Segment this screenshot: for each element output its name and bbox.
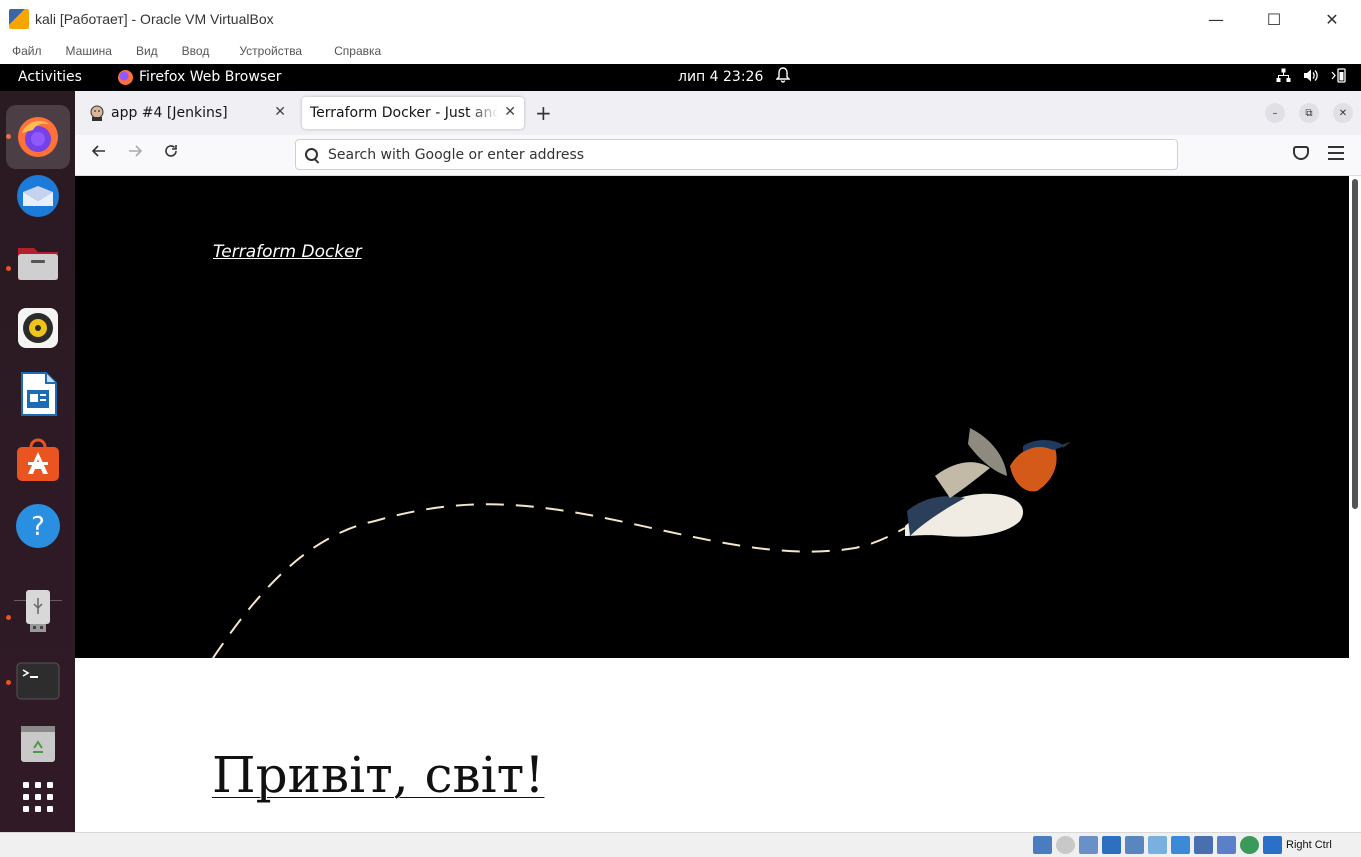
menu-view[interactable]: Вид xyxy=(124,44,170,58)
vbox-menubar: Файл Машина Вид Ввод Устройства Справка xyxy=(0,38,1361,64)
post-title-link[interactable]: Привіт, світ! xyxy=(212,746,544,804)
tab-jenkins[interactable]: app #4 [Jenkins] ✕ xyxy=(79,97,294,129)
clock[interactable]: лип 4 23:26 xyxy=(678,69,763,85)
libreoffice-writer-icon xyxy=(21,372,57,416)
shared-folders-icon[interactable] xyxy=(1148,836,1167,854)
system-status-area[interactable] xyxy=(1276,68,1347,87)
close-tab-icon[interactable]: ✕ xyxy=(274,104,286,120)
firefox-icon xyxy=(118,69,133,85)
dock-rhythmbox[interactable] xyxy=(14,304,62,352)
mouse-integration-icon[interactable] xyxy=(1240,836,1259,854)
dock-trash[interactable] xyxy=(14,718,62,766)
bird-illustration xyxy=(905,428,1071,537)
activities-button[interactable]: Activities xyxy=(18,69,82,85)
restore-window-button[interactable]: ⧉ xyxy=(1299,103,1319,123)
tab-label: Terraform Docker - Just another xyxy=(310,105,498,121)
hero-illustration xyxy=(212,428,1071,658)
network-icon xyxy=(1276,68,1291,87)
jenkins-icon xyxy=(90,105,104,121)
close-tab-icon[interactable]: ✕ xyxy=(504,104,516,120)
page-content: Terraform Docker Привіт, світ! xyxy=(75,176,1349,832)
menu-devices[interactable]: Устройства xyxy=(221,44,314,58)
url-bar[interactable] xyxy=(295,139,1178,170)
optical-drive-icon[interactable] xyxy=(1056,836,1075,854)
dock-show-apps[interactable] xyxy=(14,773,62,821)
scroll-thumb[interactable] xyxy=(1352,179,1358,509)
page-scrollbar[interactable] xyxy=(1349,176,1361,832)
dock-app-center[interactable] xyxy=(14,436,62,484)
running-indicator xyxy=(6,266,11,271)
maximize-button[interactable]: ☐ xyxy=(1245,0,1303,38)
minimize-window-button[interactable]: – xyxy=(1265,103,1285,123)
tab-label: app #4 [Jenkins] xyxy=(111,105,228,121)
dock-terminal[interactable] xyxy=(14,657,62,705)
vbox-statusbar: Right Ctrl xyxy=(0,832,1361,857)
hero-header: Terraform Docker xyxy=(75,176,1349,658)
window-title: kali [Работает] - Oracle VM VirtualBox xyxy=(35,11,274,27)
usb-icon[interactable] xyxy=(1125,836,1144,854)
network-adapter-icon[interactable] xyxy=(1102,836,1121,854)
host-key-label: Right Ctrl xyxy=(1286,839,1332,851)
show-apps-icon xyxy=(23,782,53,812)
pocket-icon[interactable] xyxy=(1293,146,1309,160)
new-tab-button[interactable]: + xyxy=(535,101,552,125)
minimize-button[interactable]: — xyxy=(1187,0,1245,38)
search-icon xyxy=(304,147,320,163)
thunderbird-icon xyxy=(17,175,59,217)
display-icon[interactable] xyxy=(1171,836,1190,854)
dock-help[interactable]: ? xyxy=(14,502,62,550)
virtualbox-icon xyxy=(9,9,29,29)
svg-text:?: ? xyxy=(31,512,45,542)
dock-firefox[interactable] xyxy=(6,105,70,169)
running-indicator xyxy=(6,615,11,620)
usb-drive-icon xyxy=(26,590,50,632)
audio-icon[interactable] xyxy=(1079,836,1098,854)
help-icon: ? xyxy=(16,504,60,548)
tab-bar: app #4 [Jenkins] ✕ Terraform Docker - Ju… xyxy=(75,91,1361,135)
firefox-window: app #4 [Jenkins] ✕ Terraform Docker - Ju… xyxy=(75,91,1361,832)
reload-button[interactable] xyxy=(159,143,183,164)
address-input[interactable] xyxy=(328,146,1148,163)
menu-file[interactable]: Файл xyxy=(0,44,54,58)
close-window-button[interactable]: ✕ xyxy=(1333,103,1353,123)
hamburger-menu-icon[interactable] xyxy=(1328,146,1344,160)
guest-screen: Activities Firefox Web Browser лип 4 23:… xyxy=(0,64,1361,832)
menu-help[interactable]: Справка xyxy=(314,44,393,58)
forward-button[interactable] xyxy=(123,143,147,164)
menu-machine[interactable]: Машина xyxy=(54,44,124,58)
dock: ? xyxy=(0,91,75,832)
nav-bar xyxy=(75,135,1361,176)
reload-icon xyxy=(165,145,177,157)
recording-icon[interactable] xyxy=(1194,836,1213,854)
back-button[interactable] xyxy=(87,143,111,164)
trash-icon xyxy=(21,726,55,762)
hard-disk-icon[interactable] xyxy=(1033,836,1052,854)
close-button[interactable]: ✕ xyxy=(1303,0,1361,38)
app-center-icon xyxy=(17,438,59,481)
tab-terraform-docker[interactable]: Terraform Docker - Just another ✕ xyxy=(302,97,524,129)
volume-icon xyxy=(1303,68,1319,87)
files-icon xyxy=(18,248,58,280)
gnome-topbar: Activities Firefox Web Browser лип 4 23:… xyxy=(0,64,1361,91)
forward-arrow-icon xyxy=(129,145,143,157)
device-indicators xyxy=(1033,836,1282,854)
menu-input[interactable]: Ввод xyxy=(170,44,222,58)
back-arrow-icon xyxy=(91,145,105,157)
firefox-icon xyxy=(18,117,58,157)
running-indicator xyxy=(6,680,11,685)
battery-icon xyxy=(1331,68,1347,87)
rhythmbox-icon xyxy=(18,308,58,348)
app-menu-label: Firefox Web Browser xyxy=(139,69,282,85)
dock-files[interactable] xyxy=(14,238,62,286)
vbox-titlebar: kali [Работает] - Oracle VM VirtualBox —… xyxy=(0,0,1361,38)
app-menu[interactable]: Firefox Web Browser xyxy=(118,69,282,85)
keyboard-capture-icon[interactable] xyxy=(1263,836,1282,854)
notification-bell-icon[interactable] xyxy=(775,67,791,87)
dock-usb-drive[interactable] xyxy=(14,586,62,634)
dock-thunderbird[interactable] xyxy=(14,172,62,220)
terminal-icon xyxy=(16,662,60,700)
cpu-icon[interactable] xyxy=(1217,836,1236,854)
dock-libreoffice-writer[interactable] xyxy=(14,370,62,418)
window-controls: — ☐ ✕ xyxy=(1187,0,1361,38)
